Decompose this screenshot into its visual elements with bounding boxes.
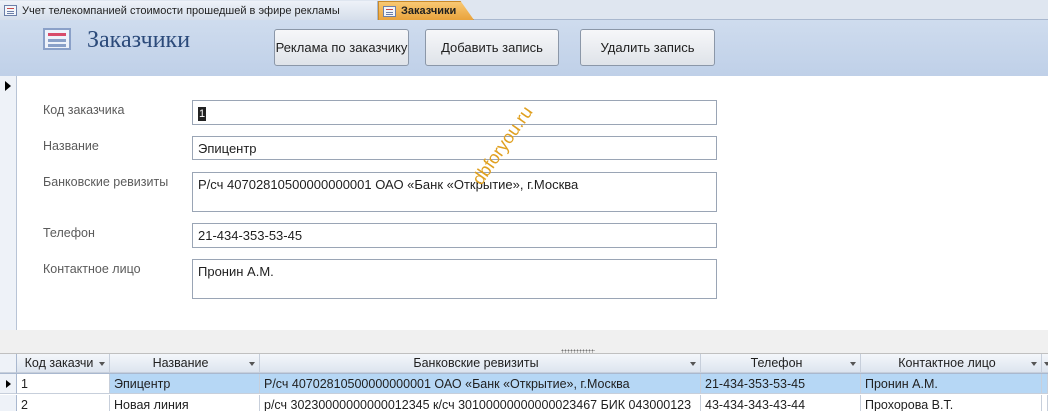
phone-field[interactable]: 21-434-353-53-45 (192, 223, 717, 248)
table-cell[interactable]: 2 (17, 395, 110, 411)
table-cell[interactable]: Эпицентр (110, 374, 260, 394)
bank-details-label: Банковские ревизиты (43, 175, 169, 189)
current-row-arrow-icon (5, 379, 11, 388)
ads-by-customer-button[interactable]: Реклама по заказчику (274, 29, 409, 66)
table-cell[interactable]: Пронин А.М. (861, 374, 1042, 394)
form-header-icon (43, 28, 71, 50)
customer-code-value: 1 (198, 106, 206, 121)
splitter-grip-icon[interactable] (561, 349, 595, 353)
name-field[interactable]: Эпицентр (192, 136, 717, 160)
datasheet: Код заказчи Название Банковские ревизиты… (0, 354, 1048, 411)
form-icon (383, 5, 396, 17)
table-row[interactable]: 1 Эпицентр Р/сч 40702810500000000001 ОАО… (0, 374, 1048, 394)
datasheet-header-row: Код заказчи Название Банковские ревизиты… (0, 354, 1048, 374)
tab-main-form[interactable]: Учет телекомпанией стоимости прошедшей в… (0, 1, 378, 20)
select-all-corner[interactable] (0, 354, 17, 373)
delete-record-button[interactable]: Удалить запись (580, 29, 715, 66)
row-selector[interactable] (0, 395, 17, 411)
document-tab-strip: Учет телекомпанией стоимости прошедшей в… (0, 0, 1048, 20)
contact-label: Контактное лицо (43, 262, 141, 276)
table-cell-filler (1042, 395, 1048, 411)
split-form-splitter[interactable] (0, 330, 1048, 354)
form-header: Заказчики Реклама по заказчику Добавить … (0, 20, 1048, 76)
table-cell[interactable]: Прохорова В.Т. (861, 395, 1042, 411)
table-cell[interactable]: 21-434-353-53-45 (701, 374, 861, 394)
page-title: Заказчики (87, 27, 191, 53)
customer-code-field[interactable]: 1 (192, 100, 717, 125)
table-cell[interactable]: р/сч 30230000000000012345 к/сч 301000000… (260, 395, 701, 411)
column-header-phone[interactable]: Телефон (701, 354, 861, 373)
scrollbar-corner (1042, 354, 1048, 373)
table-cell[interactable]: 1 (17, 374, 110, 394)
tab-customers[interactable]: Заказчики (378, 1, 474, 20)
form-icon (4, 5, 17, 16)
table-cell-filler (1042, 374, 1048, 394)
table-cell[interactable]: 43-434-343-43-44 (701, 395, 861, 411)
customer-code-label: Код заказчика (43, 103, 125, 117)
column-header-contact[interactable]: Контактное лицо (861, 354, 1042, 373)
column-header-bank-details[interactable]: Банковские ревизиты (260, 354, 701, 373)
row-selector[interactable] (0, 374, 17, 394)
tab-customers-label: Заказчики (401, 5, 457, 17)
access-window: Учет телекомпанией стоимости прошедшей в… (0, 0, 1048, 411)
bank-details-field[interactable]: Р/сч 40702810500000000001 ОАО «Банк «Отк… (192, 172, 717, 212)
record-selector[interactable] (0, 76, 17, 330)
table-cell[interactable]: Новая линия (110, 395, 260, 411)
current-record-arrow-icon (5, 81, 11, 91)
table-row[interactable]: 2 Новая линия р/сч 30230000000000012345 … (0, 395, 1048, 411)
tab-main-form-label: Учет телекомпанией стоимости прошедшей в… (22, 4, 340, 17)
column-header-name[interactable]: Название (110, 354, 260, 373)
phone-label: Телефон (43, 226, 95, 240)
table-cell[interactable]: Р/сч 40702810500000000001 ОАО «Банк «Отк… (260, 374, 701, 394)
add-record-button[interactable]: Добавить запись (425, 29, 559, 66)
name-label: Название (43, 139, 99, 153)
column-header-customer-code[interactable]: Код заказчи (17, 354, 110, 373)
contact-field[interactable]: Пронин А.М. (192, 259, 717, 299)
